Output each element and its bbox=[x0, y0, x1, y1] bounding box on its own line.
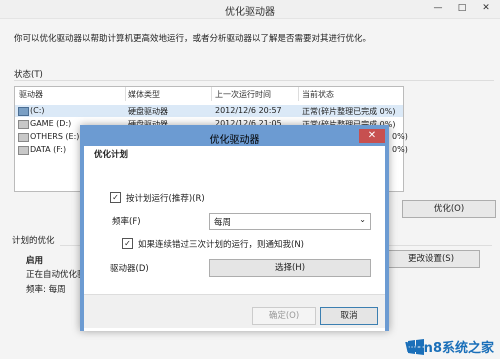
drive-name: GAME (D:) bbox=[30, 119, 72, 128]
drive-media: 硬盘驱动器 bbox=[128, 107, 168, 116]
drive-row-c[interactable]: (C:) 硬盘驱动器 2012/12/6 20:57 正常(碎片整理已完成 0%… bbox=[15, 105, 403, 117]
drive-name: (C:) bbox=[30, 106, 45, 115]
dialog-title-bar: 优化驱动器 ✕ bbox=[84, 129, 385, 146]
description-text: 你可以优化驱动器以帮助计算机更高效地运行，或者分析驱动器以了解是否需要对其进行优… bbox=[14, 34, 372, 44]
hard-drive-icon bbox=[18, 133, 29, 142]
watermark: Win8系统之家 bbox=[404, 341, 494, 356]
schedule-frequency: 频率: 每周 bbox=[26, 285, 66, 295]
drive-name: OTHERS (E:) bbox=[30, 132, 80, 141]
close-button[interactable]: ✕ bbox=[480, 2, 492, 14]
cancel-button[interactable]: 取消 bbox=[320, 307, 378, 325]
dialog-title: 优化驱动器 bbox=[209, 135, 260, 146]
optimization-schedule-dialog: 优化驱动器 ✕ 优化计划 ✓ 按计划运行(推荐)(R) 频率(F) 每周 ⌄ ✓… bbox=[80, 125, 389, 331]
frequency-value: 每周 bbox=[214, 218, 232, 228]
scheduled-optimization-label: 计划的优化 bbox=[12, 236, 55, 246]
drive-last-run: 2012/12/6 20:57 bbox=[215, 106, 282, 115]
windows-drive-icon bbox=[18, 107, 29, 116]
frequency-select[interactable]: 每周 ⌄ bbox=[209, 213, 371, 230]
chevron-down-icon: ⌄ bbox=[359, 215, 366, 224]
notify-label: 如果连续错过三次计划的运行，则通知我(N) bbox=[138, 240, 304, 250]
optimize-button[interactable]: 优化(O) bbox=[402, 200, 496, 218]
drive-status: 正常(碎片整理已完成 0%) bbox=[302, 107, 396, 116]
column-header-last-run[interactable]: 上一次运行时间 bbox=[215, 89, 271, 100]
divider bbox=[14, 80, 494, 81]
drives-label: 驱动器(D) bbox=[110, 264, 149, 274]
minimize-button[interactable]: — bbox=[432, 2, 444, 14]
dialog-close-button[interactable]: ✕ bbox=[359, 129, 385, 143]
status-label: 状态(T) bbox=[14, 70, 43, 80]
choose-drives-button[interactable]: 选择(H) bbox=[209, 259, 371, 277]
maximize-button[interactable]: □ bbox=[456, 2, 468, 14]
run-on-schedule-label: 按计划运行(推荐)(R) bbox=[126, 194, 205, 204]
drive-status: 0%) bbox=[392, 145, 408, 154]
column-header-drive[interactable]: 驱动器 bbox=[19, 89, 43, 100]
change-settings-button[interactable]: 更改设置(S) bbox=[382, 250, 480, 268]
column-separator bbox=[125, 87, 126, 101]
column-separator bbox=[211, 87, 212, 101]
run-on-schedule-checkbox[interactable]: ✓ bbox=[110, 192, 121, 203]
title-bar: 优化驱动器 — □ ✕ bbox=[0, 0, 500, 19]
notify-checkbox[interactable]: ✓ bbox=[122, 238, 133, 249]
column-separator bbox=[298, 87, 299, 101]
schedule-state: 启用 bbox=[26, 256, 44, 266]
column-header-status[interactable]: 当前状态 bbox=[302, 89, 334, 100]
hard-drive-icon bbox=[18, 146, 29, 155]
dialog-heading: 优化计划 bbox=[94, 150, 129, 160]
frequency-label: 频率(F) bbox=[112, 217, 141, 227]
ok-button[interactable]: 确定(O) bbox=[252, 307, 316, 325]
drive-status: 0%) bbox=[392, 132, 408, 141]
schedule-running-text: 正在自动优化驱 bbox=[26, 270, 86, 280]
column-header-media[interactable]: 媒体类型 bbox=[128, 89, 160, 100]
hard-drive-icon bbox=[18, 120, 29, 129]
drive-name: DATA (F:) bbox=[30, 145, 67, 154]
window-title: 优化驱动器 bbox=[225, 7, 275, 18]
